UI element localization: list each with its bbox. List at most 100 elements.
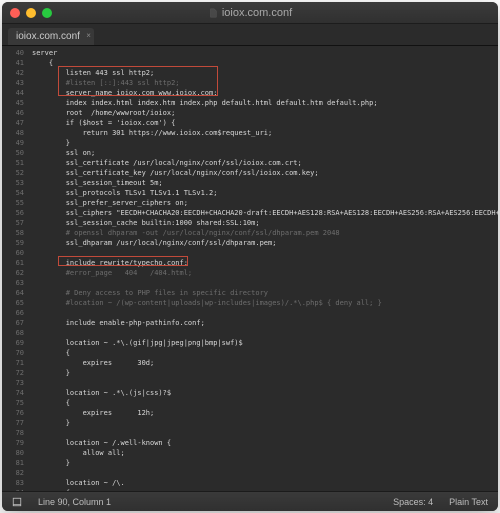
line-number: 82 bbox=[2, 468, 24, 478]
line-number: 61 bbox=[2, 258, 24, 268]
line-number: 53 bbox=[2, 178, 24, 188]
status-bar: Line 90, Column 1 Spaces: 4 Plain Text bbox=[2, 491, 498, 511]
code-line[interactable]: #error_page 404 /404.html; bbox=[32, 268, 498, 278]
code-content[interactable]: server { listen 443 ssl http2; #listen [… bbox=[28, 46, 498, 491]
line-number: 72 bbox=[2, 368, 24, 378]
code-line[interactable]: ssl_protocols TLSv1 TLSv1.1 TLSv1.2; bbox=[32, 188, 498, 198]
code-line[interactable]: ssl_session_cache builtin:1000 shared:SS… bbox=[32, 218, 498, 228]
line-number: 64 bbox=[2, 288, 24, 298]
code-line[interactable] bbox=[32, 468, 498, 478]
line-number: 41 bbox=[2, 58, 24, 68]
code-line[interactable]: server_name ioiox.com www.ioiox.com; bbox=[32, 88, 498, 98]
tab-file[interactable]: ioiox.com.conf × bbox=[8, 28, 94, 45]
code-line[interactable]: location ~ /.well-known { bbox=[32, 438, 498, 448]
code-line[interactable]: allow all; bbox=[32, 448, 498, 458]
code-line[interactable]: #listen [::]:443 ssl http2; bbox=[32, 78, 498, 88]
line-number: 42 bbox=[2, 68, 24, 78]
code-line[interactable]: } bbox=[32, 418, 498, 428]
line-number: 55 bbox=[2, 198, 24, 208]
code-line[interactable]: ssl_ciphers "EECDH+CHACHA20:EECDH+CHACHA… bbox=[32, 208, 498, 218]
line-number: 79 bbox=[2, 438, 24, 448]
code-line[interactable]: # openssl dhparam -out /usr/local/nginx/… bbox=[32, 228, 498, 238]
line-number: 62 bbox=[2, 268, 24, 278]
code-line[interactable]: ssl_certificate /usr/local/nginx/conf/ss… bbox=[32, 158, 498, 168]
line-number: 70 bbox=[2, 348, 24, 358]
line-number: 63 bbox=[2, 278, 24, 288]
editor-area: 4041424344454647484950515253545556575859… bbox=[2, 46, 498, 491]
code-line[interactable]: { bbox=[32, 398, 498, 408]
code-line[interactable]: root /home/wwwroot/ioiox; bbox=[32, 108, 498, 118]
line-number: 51 bbox=[2, 158, 24, 168]
indent-indicator[interactable]: Spaces: 4 bbox=[393, 497, 433, 507]
window-title: ioiox.com.conf bbox=[2, 7, 498, 19]
panel-icon[interactable] bbox=[12, 497, 22, 507]
code-line[interactable]: include enable-php-pathinfo.conf; bbox=[32, 318, 498, 328]
line-number: 47 bbox=[2, 118, 24, 128]
cursor-position[interactable]: Line 90, Column 1 bbox=[38, 497, 111, 507]
code-line[interactable] bbox=[32, 378, 498, 388]
code-line[interactable]: } bbox=[32, 458, 498, 468]
code-line[interactable] bbox=[32, 278, 498, 288]
line-number: 40 bbox=[2, 48, 24, 58]
code-line[interactable]: ssl_certificate_key /usr/local/nginx/con… bbox=[32, 168, 498, 178]
code-line[interactable] bbox=[32, 308, 498, 318]
code-line[interactable]: } bbox=[32, 138, 498, 148]
code-line[interactable] bbox=[32, 428, 498, 438]
line-number: 73 bbox=[2, 378, 24, 388]
code-line[interactable]: ssl_prefer_server_ciphers on; bbox=[32, 198, 498, 208]
titlebar[interactable]: ioiox.com.conf bbox=[2, 2, 498, 24]
code-line[interactable]: # Deny access to PHP files in specific d… bbox=[32, 288, 498, 298]
line-number: 83 bbox=[2, 478, 24, 488]
tab-label: ioiox.com.conf bbox=[16, 31, 80, 42]
code-line[interactable]: ssl_session_timeout 5m; bbox=[32, 178, 498, 188]
code-line[interactable]: } bbox=[32, 368, 498, 378]
line-number: 48 bbox=[2, 128, 24, 138]
line-number: 57 bbox=[2, 218, 24, 228]
line-number: 78 bbox=[2, 428, 24, 438]
line-number: 76 bbox=[2, 408, 24, 418]
line-number: 81 bbox=[2, 458, 24, 468]
line-gutter: 4041424344454647484950515253545556575859… bbox=[2, 46, 28, 491]
code-line[interactable]: if ($host = 'ioiox.com') { bbox=[32, 118, 498, 128]
code-line[interactable]: expires 12h; bbox=[32, 408, 498, 418]
line-number: 69 bbox=[2, 338, 24, 348]
code-line[interactable]: include rewrite/typecho.conf; bbox=[32, 258, 498, 268]
code-line[interactable]: location ~ /\. bbox=[32, 478, 498, 488]
tab-bar: ioiox.com.conf × bbox=[2, 24, 498, 46]
line-number: 84 bbox=[2, 488, 24, 491]
code-line[interactable]: listen 443 ssl http2; bbox=[32, 68, 498, 78]
line-number: 68 bbox=[2, 328, 24, 338]
window-title-text: ioiox.com.conf bbox=[222, 7, 292, 19]
code-line[interactable]: { bbox=[32, 58, 498, 68]
line-number: 46 bbox=[2, 108, 24, 118]
line-number: 75 bbox=[2, 398, 24, 408]
line-number: 49 bbox=[2, 138, 24, 148]
line-number: 58 bbox=[2, 228, 24, 238]
line-number: 50 bbox=[2, 148, 24, 158]
close-tab-icon[interactable]: × bbox=[86, 31, 91, 40]
line-number: 56 bbox=[2, 208, 24, 218]
code-line[interactable]: ssl_dhparam /usr/local/nginx/conf/ssl/dh… bbox=[32, 238, 498, 248]
code-line[interactable] bbox=[32, 248, 498, 258]
code-line[interactable]: ssl on; bbox=[32, 148, 498, 158]
code-line[interactable]: { bbox=[32, 488, 498, 491]
code-line[interactable]: location ~ .*\.(js|css)?$ bbox=[32, 388, 498, 398]
file-icon bbox=[208, 8, 218, 18]
syntax-indicator[interactable]: Plain Text bbox=[449, 497, 488, 507]
code-line[interactable]: return 301 https://www.ioiox.com$request… bbox=[32, 128, 498, 138]
code-line[interactable]: index index.html index.htm index.php def… bbox=[32, 98, 498, 108]
code-line[interactable]: { bbox=[32, 348, 498, 358]
line-number: 71 bbox=[2, 358, 24, 368]
line-number: 52 bbox=[2, 168, 24, 178]
line-number: 77 bbox=[2, 418, 24, 428]
code-line[interactable]: server bbox=[32, 48, 498, 58]
code-line[interactable]: location ~ .*\.(gif|jpg|jpeg|png|bmp|swf… bbox=[32, 338, 498, 348]
line-number: 60 bbox=[2, 248, 24, 258]
code-line[interactable]: expires 30d; bbox=[32, 358, 498, 368]
code-line[interactable]: #location ~ /(wp-content|uploads|wp-incl… bbox=[32, 298, 498, 308]
line-number: 44 bbox=[2, 88, 24, 98]
line-number: 45 bbox=[2, 98, 24, 108]
line-number: 80 bbox=[2, 448, 24, 458]
code-line[interactable] bbox=[32, 328, 498, 338]
line-number: 66 bbox=[2, 308, 24, 318]
